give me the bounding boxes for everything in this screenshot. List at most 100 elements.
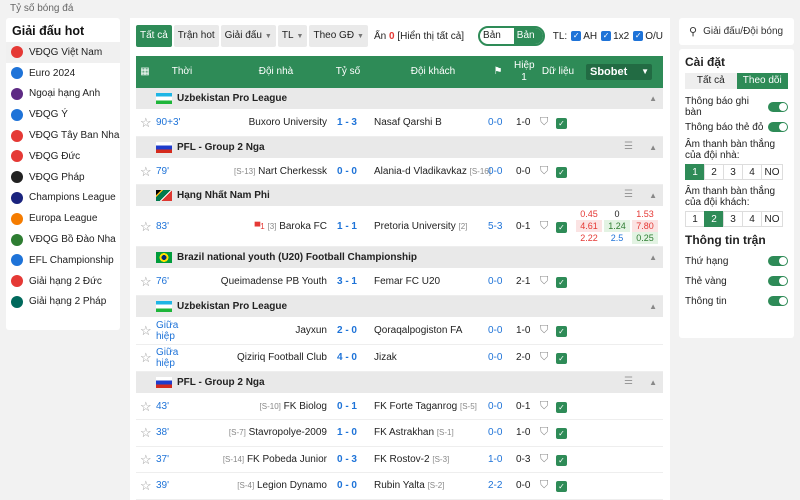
match-score[interactable]: 0 - 1 (332, 401, 362, 412)
stats-icon[interactable]: ✓ (556, 401, 567, 413)
match-row[interactable]: ☆ 43' [S-10] FK Biolog 0 - 1 FK Forte Taganr… (136, 394, 663, 420)
hot-league-item[interactable]: VĐQG Tây Ban Nha (6, 125, 120, 146)
star-icon[interactable]: ☆ (140, 452, 152, 468)
sound-option[interactable]: 4 (742, 164, 762, 180)
stats-icon[interactable]: ✓ (556, 481, 567, 493)
hot-league-item[interactable]: VĐQG Pháp (6, 167, 120, 188)
odds-value[interactable]: 2.5 (604, 232, 630, 244)
search-box[interactable]: ⚲ Giải đấu/Đội bóng (679, 18, 794, 45)
away-team[interactable]: Alania-d Vladikavkaz [S-16] (374, 166, 491, 177)
star-icon[interactable]: ☆ (140, 164, 152, 180)
notify-goal-toggle[interactable] (768, 102, 788, 112)
tab-hot[interactable]: Trận hot (173, 25, 219, 47)
home-team[interactable]: [S-7] Stavropolye-2009 (229, 427, 327, 438)
league-header[interactable]: PFL - Group 2 Nga ☰ ▲ (136, 371, 663, 394)
hot-league-item[interactable]: Champions League (6, 188, 120, 209)
away-team[interactable]: Qoraqalpogiston FA (374, 325, 462, 336)
home-team[interactable]: [S-13] Nart Cherkessk (234, 166, 327, 177)
stats-icon[interactable]: ✓ (556, 428, 567, 440)
home-team[interactable]: Qiziriq Football Club (237, 352, 327, 363)
stats-icon[interactable]: ✓ (556, 166, 567, 178)
star-icon[interactable]: ☆ (140, 399, 152, 415)
sound-option[interactable]: NO (761, 211, 783, 227)
match-score[interactable]: 0 - 3 (332, 454, 362, 465)
away-team[interactable]: Nasaf Qarshi B (374, 117, 442, 128)
sound-option[interactable]: 1 (685, 211, 705, 227)
home-team[interactable]: [S-10] FK Biolog (260, 401, 327, 412)
hot-league-item[interactable]: VĐQG Bồ Đào Nha (6, 229, 120, 250)
collapse-icon[interactable]: ▲ (649, 94, 657, 103)
hot-league-item[interactable]: EFL Championship (6, 250, 120, 271)
home-team[interactable]: Buxoro University (249, 117, 327, 128)
stats-icon[interactable]: ✓ (556, 277, 567, 289)
star-icon[interactable]: ☆ (140, 115, 152, 131)
collapse-icon[interactable]: ▲ (649, 378, 657, 387)
tab-all[interactable]: Tất cả (136, 25, 172, 47)
match-score[interactable]: 1 - 3 (332, 117, 362, 128)
odds-value[interactable]: 0.45 (576, 208, 602, 220)
match-score[interactable]: 4 - 0 (332, 352, 362, 363)
league-header[interactable]: PFL - Group 2 Nga ☰ ▲ (136, 136, 663, 159)
stats-icon[interactable]: ✓ (556, 353, 567, 364)
shirt-icon[interactable]: ⛉ (540, 400, 548, 413)
collapse-icon[interactable]: ▲ (649, 302, 657, 311)
shirt-icon[interactable]: ⛉ (540, 165, 548, 178)
match-score[interactable]: 1 - 1 (332, 221, 362, 232)
stats-icon[interactable]: ✓ (556, 454, 567, 466)
show-all-link[interactable]: [Hiển thị tất cả] (397, 31, 464, 42)
league-header[interactable]: Uzbekistan Pro League ▲ (136, 88, 663, 110)
home-team[interactable]: Jayxun (295, 325, 327, 336)
match-row[interactable]: ☆ 76' Queimadense PB Youth 3 - 1 Femar FC U2… (136, 269, 663, 296)
match-score[interactable]: 2 - 0 (332, 325, 362, 336)
match-row[interactable]: ☆ 90+3' Buxoro University 1 - 3 Nasaf Qarshi… (136, 110, 663, 137)
star-icon[interactable]: ☆ (140, 350, 152, 366)
sound-option[interactable]: 2 (704, 211, 724, 227)
home-team[interactable]: Queimadense PB Youth (221, 276, 327, 287)
notify-card-toggle[interactable] (768, 122, 788, 132)
hot-league-item[interactable]: Ngoại hạng Anh (6, 84, 120, 105)
hot-league-item[interactable]: Europa League (6, 208, 120, 229)
scope-all[interactable]: Tất cả (685, 73, 737, 89)
match-row[interactable]: ☆ 37' [S-14] FK Pobeda Junior 0 - 3 FK Rosto… (136, 447, 663, 473)
hot-league-item[interactable]: Giải hạng 2 Đức (6, 271, 120, 292)
match-score[interactable]: 0 - 0 (332, 480, 362, 491)
stats-icon[interactable]: ✓ (556, 222, 567, 233)
league-header[interactable]: Hạng Nhất Nam Phi ☰ ▲ (136, 185, 663, 207)
away-team[interactable]: Jizak (374, 352, 397, 363)
tab-sort[interactable]: Theo GĐ ▼ (309, 25, 368, 47)
sound-option[interactable]: 2 (704, 164, 724, 180)
match-score[interactable]: 3 - 1 (332, 276, 362, 287)
collapse-icon[interactable]: ▲ (649, 191, 657, 200)
match-row[interactable]: ☆ 83' ▀1 [3] Baroka FC 1 - 1 Pretoria Univer… (136, 207, 663, 247)
match-row[interactable]: ☆ 79' [S-13] Nart Cherkessk 0 - 0 Alania-d V… (136, 159, 663, 185)
shirt-icon[interactable]: ⛉ (540, 479, 548, 492)
sound-option[interactable]: 3 (723, 164, 743, 180)
star-icon[interactable]: ☆ (140, 219, 152, 235)
star-icon[interactable]: ☆ (140, 323, 152, 339)
match-row[interactable]: ☆ 38' [S-7] Stavropolye-2009 1 - 0 FK Astrak… (136, 420, 663, 447)
sound-option[interactable]: 4 (742, 211, 762, 227)
hot-league-item[interactable]: VĐQG Việt Nam (6, 42, 120, 63)
odds-value[interactable]: 0 (604, 208, 630, 220)
sound-option[interactable]: 1 (685, 164, 705, 180)
shirt-icon[interactable]: ⛉ (540, 275, 548, 288)
away-team[interactable]: Pretoria University [2] (374, 221, 467, 232)
hot-league-item[interactable]: Giải hạng 2 Pháp (6, 292, 120, 313)
home-team[interactable]: ▀1 [3] Baroka FC (255, 221, 327, 232)
shirt-icon[interactable]: ⛉ (540, 453, 548, 466)
bookmaker-select[interactable]: Sbobet ▼ (586, 64, 652, 80)
home-team[interactable]: [S-14] FK Pobeda Junior (223, 454, 327, 465)
check-icon[interactable]: ✓ (633, 31, 644, 41)
match-row[interactable]: ☆ Giữa hiệp Qiziriq Football Club 4 - 0 Jiza… (136, 345, 663, 372)
sound-option[interactable]: NO (761, 164, 783, 180)
tab-league[interactable]: Giải đấu ▼ (220, 25, 276, 47)
away-team[interactable]: FK Astrakhan [S-1] (374, 427, 454, 438)
hot-league-item[interactable]: Euro 2024 (6, 63, 120, 84)
scope-follow[interactable]: Theo dõi (736, 73, 788, 89)
info-toggle[interactable] (768, 296, 788, 306)
away-team[interactable]: FK Forte Taganrog [S-5] (374, 401, 477, 412)
standings-icon[interactable]: ☰ (624, 141, 637, 153)
yellow-toggle[interactable] (768, 276, 788, 286)
league-header[interactable]: Brazil national youth (U20) Football Cha… (136, 247, 663, 269)
version-toggle[interactable]: Bản mớiBản cũ (478, 26, 545, 46)
